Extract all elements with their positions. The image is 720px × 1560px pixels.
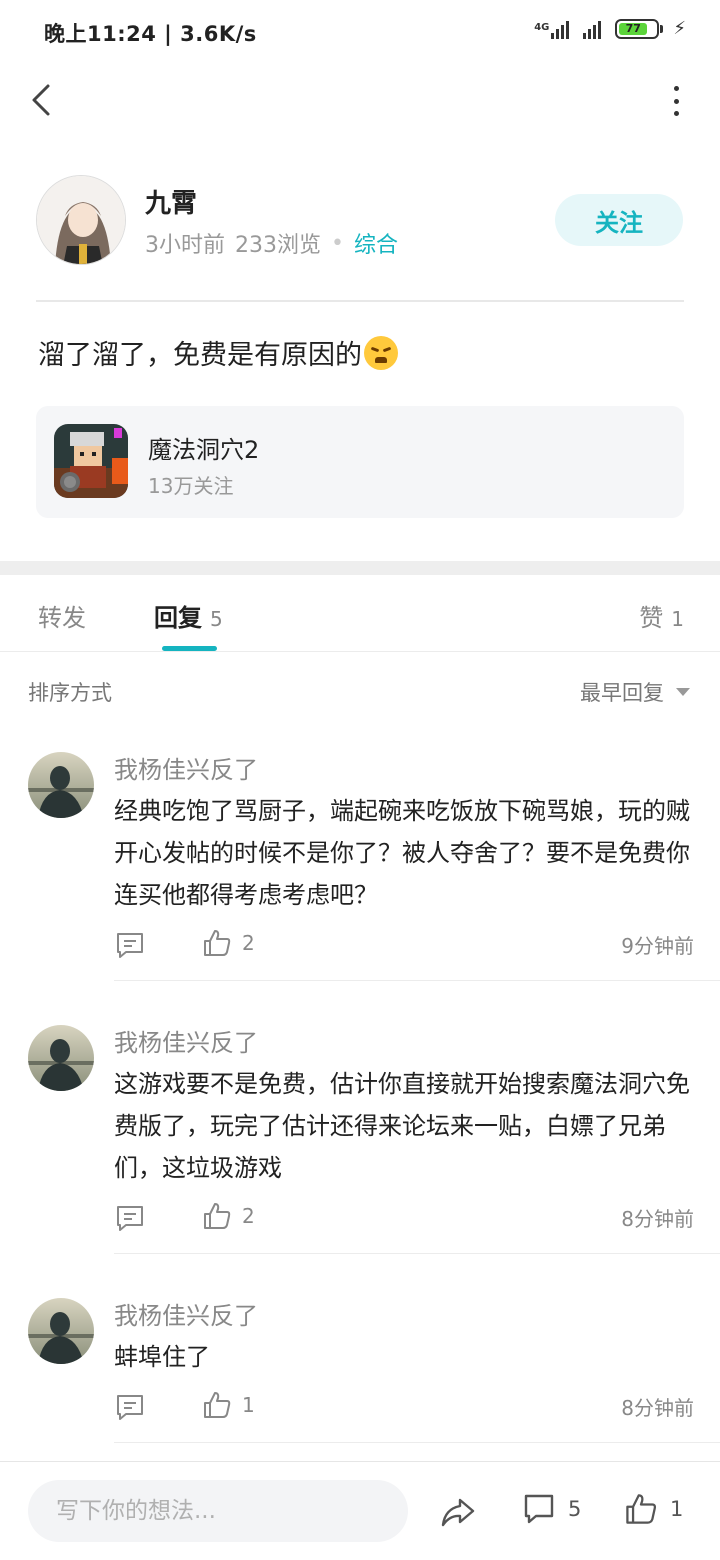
tab-reply[interactable]: 回复 5 — [154, 598, 223, 633]
divider — [36, 300, 684, 302]
follow-button[interactable]: 关注 — [555, 194, 683, 246]
tab-like[interactable]: 赞1 — [639, 598, 684, 633]
comment-text: 蚌埠住了 — [114, 1343, 210, 1371]
comments-count: 5 — [568, 1497, 582, 1521]
network-type: 4G — [534, 21, 550, 33]
section-separator — [0, 561, 720, 575]
tabs-divider — [0, 651, 720, 652]
pixel-knight-icon — [54, 424, 128, 498]
more-dot-icon — [673, 111, 679, 116]
separator-dot: • — [331, 230, 344, 256]
comment-input[interactable] — [28, 1480, 408, 1542]
comment-like-button[interactable]: 2 — [202, 1201, 255, 1231]
comment-like-count: 1 — [242, 1393, 255, 1417]
anime-character-avatar-icon — [37, 176, 125, 264]
charging-icon: ⚡ — [673, 18, 686, 39]
game-followers: 13万关注 — [148, 474, 234, 498]
author-name[interactable]: 九霄 — [145, 183, 197, 220]
game-card[interactable]: 魔法洞穴2 13万关注 — [36, 406, 684, 518]
thumbs-up-icon — [626, 1494, 657, 1524]
comment-like-button[interactable]: 2 — [202, 928, 255, 958]
signal-icon-2 — [583, 19, 602, 39]
comment-bubble-icon — [524, 1494, 554, 1524]
chevron-left-icon — [32, 84, 50, 116]
comment-time: 8分钟前 — [621, 1207, 694, 1231]
reply-icon[interactable] — [114, 1203, 146, 1233]
post-meta: 3小时前 233浏览 • 综合 — [145, 227, 398, 259]
commenter-avatar[interactable] — [28, 752, 94, 818]
game-name: 魔法洞穴2 — [148, 436, 260, 464]
game-icon — [54, 424, 128, 498]
status-icons: 4G 77 ⚡ — [534, 18, 686, 39]
comment-like-button[interactable]: 1 — [202, 1390, 255, 1420]
post-time: 3小时前 — [145, 233, 225, 258]
category-link[interactable]: 综合 — [354, 227, 398, 259]
post-body: 溜了溜了，免费是有原因的 — [38, 333, 398, 372]
view-count: 233浏览 — [235, 233, 321, 258]
share-button[interactable] — [440, 1494, 476, 1530]
status-bar: 晚上11:24 | 3.6K/s 4G 77 ⚡ — [0, 0, 720, 64]
more-options-button[interactable] — [670, 86, 682, 116]
comment-actions: 1 8分钟前 — [114, 1390, 694, 1426]
comment-actions: 2 8分钟前 — [114, 1201, 694, 1237]
commenter-name[interactable]: 我杨佳兴反了 — [114, 750, 258, 785]
thumbs-up-icon — [204, 1392, 231, 1418]
sort-label: 排序方式 — [28, 681, 112, 705]
comment-divider — [114, 1253, 720, 1254]
commenter-name[interactable]: 我杨佳兴反了 — [114, 1023, 258, 1058]
comment-actions: 2 9分钟前 — [114, 928, 694, 964]
comment-time: 8分钟前 — [621, 1396, 694, 1420]
signal-icon — [551, 19, 570, 39]
bottom-bar-divider — [0, 1461, 720, 1462]
tab-reply-count: 5 — [210, 607, 223, 631]
silhouette-avatar-icon — [28, 752, 94, 818]
tab-like-count: 1 — [671, 607, 684, 631]
author-avatar[interactable] — [36, 175, 126, 265]
post-text: 溜了溜了，免费是有原因的 — [38, 340, 362, 371]
like-button[interactable]: 1 — [624, 1492, 683, 1526]
caret-down-icon — [676, 688, 690, 696]
comment-time: 9分钟前 — [621, 934, 694, 958]
battery-level: 77 — [619, 22, 648, 35]
tab-like-label: 赞 — [639, 604, 664, 632]
more-dot-icon — [673, 86, 679, 91]
commenter-avatar[interactable] — [28, 1298, 94, 1364]
sort-dropdown[interactable]: 最早回复 — [580, 677, 690, 707]
comment-text: 经典吃饱了骂厨子，端起碗来吃饭放下碗骂娘，玩的贼开心发帖的时候不是你了？被人夺舍… — [114, 797, 690, 909]
share-arrow-icon — [441, 1498, 475, 1527]
sort-selected: 最早回复 — [580, 681, 664, 705]
reply-icon[interactable] — [114, 1392, 146, 1422]
commenter-name[interactable]: 我杨佳兴反了 — [114, 1296, 258, 1331]
more-dot-icon — [673, 98, 679, 104]
angry-face-emoji-icon — [364, 335, 398, 370]
thumbs-up-icon — [204, 930, 231, 956]
commenter-avatar[interactable] — [28, 1025, 94, 1091]
silhouette-avatar-icon — [28, 1298, 94, 1364]
status-time: 晚上11:24 | 3.6K/s — [44, 22, 257, 46]
comment-divider — [114, 1442, 720, 1443]
battery-icon: 77 — [615, 18, 664, 39]
comment-text: 这游戏要不是免费，估计你直接就开始搜索魔法洞穴免费版了，玩完了估计还得来论坛来一… — [114, 1070, 690, 1182]
tab-forward[interactable]: 转发 — [38, 598, 86, 633]
comment-like-count: 2 — [242, 931, 255, 955]
back-button[interactable] — [24, 80, 64, 120]
tab-reply-label: 回复 — [154, 604, 202, 632]
comment-like-count: 2 — [242, 1204, 255, 1228]
likes-count: 1 — [670, 1497, 684, 1521]
thumbs-up-icon — [204, 1203, 231, 1229]
silhouette-avatar-icon — [28, 1025, 94, 1091]
reply-icon[interactable] — [114, 930, 146, 960]
comments-button[interactable]: 5 — [522, 1492, 581, 1526]
comment-divider — [114, 980, 720, 981]
